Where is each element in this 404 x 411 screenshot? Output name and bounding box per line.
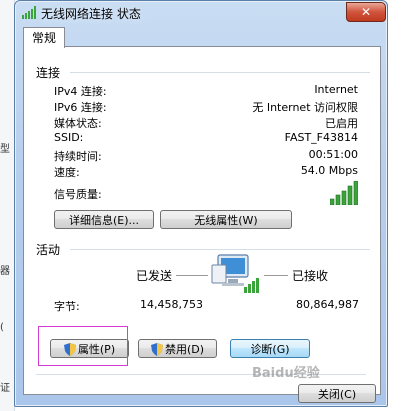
ssid-label: SSID: [54,131,84,144]
network-computer-icon [210,253,260,300]
speed-label: 速度: [54,166,80,179]
wifi-signal-icon [22,6,38,22]
window-title: 无线网络连接 状态 [41,7,141,21]
background-text: 证 [0,383,10,394]
close-button[interactable]: 关闭(C) [298,384,376,403]
background-text: 型 [0,144,10,155]
details-button[interactable]: 详细信息(E)... [54,210,154,229]
tab-general[interactable]: 常规 [23,27,65,48]
received-line [264,275,288,276]
title-bar[interactable]: 无线网络连接 状态 ✕ [15,1,387,25]
signal-strength-icon [329,180,359,208]
bytes-label: 字节: [54,300,80,313]
ipv6-label: IPv6 连接: [54,101,107,114]
duration-value: 00:51:00 [308,148,358,161]
bytes-sent-value: 14,458,753 [140,298,203,311]
media-state-label: 媒体状态: [54,117,102,130]
ipv6-value: 无 Internet 访问权限 [252,101,358,114]
highlight-annotation [38,326,128,366]
background-text: 器 [0,266,10,277]
shield-icon [150,343,163,362]
disable-button-label: 禁用(D) [164,343,205,356]
activity-section-title: 活动 [36,243,61,257]
background-window [0,0,15,411]
ipv4-label: IPv4 连接: [54,85,107,98]
duration-label: 持续时间: [54,150,102,163]
bytes-received-value: 80,864,987 [296,298,359,311]
diagnose-button[interactable]: 诊断(G) [230,339,310,358]
ssid-value: FAST_F43814 [284,131,358,144]
signal-quality-label: 信号质量: [54,188,102,201]
watermark: Baidu经验 [252,366,320,381]
disable-button[interactable]: 禁用(D) [138,339,217,358]
speed-value: 54.0 Mbps [300,164,358,177]
received-label: 已接收 [292,269,329,283]
sent-label: 已发送 [136,269,173,283]
section-divider [70,72,370,73]
wireless-properties-button[interactable]: 无线属性(W) [160,210,292,229]
sent-line [176,275,208,276]
media-state-value: 已启用 [325,117,358,130]
connection-section-title: 连接 [36,66,61,80]
section-divider [70,249,370,250]
background-text: ( [0,322,4,333]
close-window-button[interactable]: ✕ [346,2,386,22]
ipv4-value: Internet [314,83,358,96]
